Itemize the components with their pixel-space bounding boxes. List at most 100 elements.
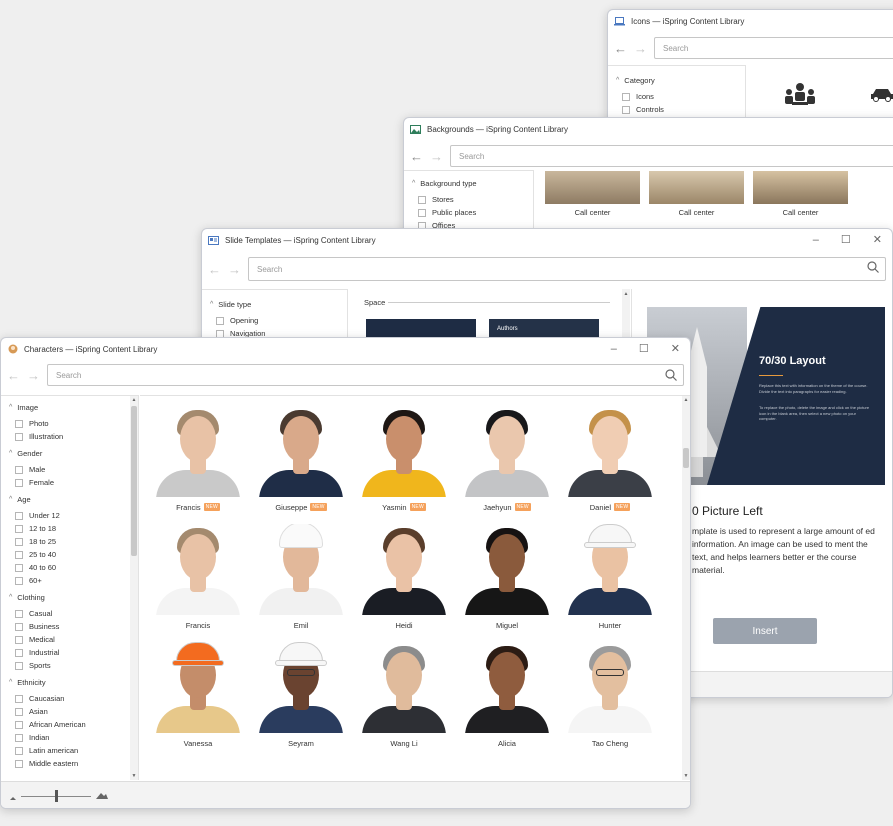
character-photo[interactable] (564, 524, 656, 615)
character-photo[interactable] (152, 406, 244, 497)
back-arrow-icon[interactable]: ← (208, 262, 221, 277)
filter-option[interactable]: Latin american (9, 744, 124, 757)
filters-scroll-thumb[interactable] (131, 406, 137, 556)
filter-option[interactable]: Sports (9, 659, 124, 672)
character-photo[interactable] (461, 642, 553, 733)
character-photo[interactable] (564, 642, 656, 733)
character-photo[interactable] (358, 642, 450, 733)
checkbox[interactable] (15, 550, 23, 559)
icons-search-input[interactable]: Search (654, 37, 893, 59)
checkbox[interactable] (15, 622, 23, 631)
checkbox[interactable] (15, 465, 23, 474)
forward-arrow-icon[interactable]: → (430, 149, 443, 164)
backgrounds-filter-option[interactable]: Public places (412, 206, 477, 219)
back-arrow-icon[interactable]: ← (7, 368, 20, 383)
checkbox[interactable] (15, 720, 23, 729)
maximize-icon[interactable]: ☐ (639, 338, 649, 360)
filter-option[interactable]: 18 to 25 (9, 535, 124, 548)
filter-option[interactable]: Photo (9, 417, 124, 430)
icons-filter-option[interactable]: Icons (616, 90, 664, 103)
checkbox[interactable] (15, 707, 23, 716)
checkbox[interactable] (418, 208, 426, 217)
icons-category-header[interactable]: ^ Category (616, 76, 664, 85)
checkbox[interactable] (15, 419, 23, 428)
character-card[interactable]: Francis NEW (152, 406, 244, 512)
character-card[interactable]: Daniel NEW (564, 406, 656, 512)
gallery-scroll-thumb[interactable] (683, 448, 689, 468)
filter-option[interactable]: Under 12 (9, 509, 124, 522)
filter-option[interactable]: Middle eastern (9, 757, 124, 770)
filter-option[interactable]: Indian (9, 731, 124, 744)
character-card[interactable]: Seyram (255, 642, 347, 748)
checkbox[interactable] (15, 648, 23, 657)
checkbox[interactable] (15, 563, 23, 572)
filter-option[interactable]: Asian (9, 705, 124, 718)
checkbox[interactable] (15, 609, 23, 618)
checkbox[interactable] (622, 92, 630, 101)
filter-option[interactable]: Business (9, 620, 124, 633)
character-card[interactable]: Heidi (358, 524, 450, 630)
checkbox[interactable] (418, 195, 426, 204)
filter-option[interactable]: Caucasian (9, 692, 124, 705)
filter-option[interactable]: Male (9, 463, 124, 476)
character-photo[interactable] (461, 406, 553, 497)
character-card[interactable]: Miguel (461, 524, 553, 630)
filter-option[interactable]: 60+ (9, 574, 124, 587)
filter-group-header[interactable]: ^ Clothing (9, 593, 124, 602)
character-card[interactable]: Yasmin NEW (358, 406, 450, 512)
character-photo[interactable] (255, 406, 347, 497)
filter-option[interactable]: Industrial (9, 646, 124, 659)
character-photo[interactable] (358, 406, 450, 497)
search-icon[interactable] (867, 261, 879, 273)
checkbox[interactable] (15, 576, 23, 585)
templates-filter-option[interactable]: Opening (210, 314, 265, 327)
maximize-icon[interactable]: ☐ (841, 229, 851, 251)
forward-arrow-icon[interactable]: → (27, 368, 40, 383)
background-thumbnail[interactable] (545, 171, 640, 204)
checkbox[interactable] (15, 432, 23, 441)
character-photo[interactable] (358, 524, 450, 615)
filter-option[interactable]: Illustration (9, 430, 124, 443)
checkbox[interactable] (15, 759, 23, 768)
checkbox[interactable] (216, 316, 224, 325)
character-card[interactable]: Emil (255, 524, 347, 630)
filter-option[interactable]: Female (9, 476, 124, 489)
filter-group-header[interactable]: ^ Image (9, 403, 124, 412)
character-card[interactable]: Tao Cheng (564, 642, 656, 748)
backgrounds-search-input[interactable]: Search (450, 145, 893, 167)
checkbox[interactable] (15, 746, 23, 755)
character-photo[interactable] (152, 642, 244, 733)
filter-option[interactable]: Casual (9, 607, 124, 620)
icons-filter-option[interactable]: Controls (616, 103, 664, 116)
character-card[interactable]: Jaehyun NEW (461, 406, 553, 512)
car-icon[interactable] (870, 86, 893, 107)
close-icon[interactable]: ✕ (873, 229, 882, 251)
filters-scrollbar[interactable]: ▲ ▼ (130, 396, 138, 780)
checkbox[interactable] (15, 537, 23, 546)
character-photo[interactable] (255, 642, 347, 733)
checkbox[interactable] (15, 524, 23, 533)
character-card[interactable]: Hunter (564, 524, 656, 630)
checkbox[interactable] (15, 511, 23, 520)
zoom-slider-handle[interactable] (55, 790, 58, 802)
background-type-header[interactable]: ^ Background type (412, 179, 477, 188)
backgrounds-filter-option[interactable]: Stores (412, 193, 477, 206)
slide-type-header[interactable]: ^ Slide type (210, 300, 265, 309)
search-icon[interactable] (665, 369, 677, 381)
close-icon[interactable]: ✕ (671, 338, 680, 360)
checkbox[interactable] (15, 635, 23, 644)
filter-group-header[interactable]: ^ Gender (9, 449, 124, 458)
character-photo[interactable] (152, 524, 244, 615)
filter-option[interactable]: 25 to 40 (9, 548, 124, 561)
minimize-icon[interactable]: – (813, 229, 819, 251)
characters-search-input[interactable]: Search (47, 364, 684, 386)
checkbox[interactable] (15, 661, 23, 670)
back-arrow-icon[interactable]: ← (410, 149, 423, 164)
forward-arrow-icon[interactable]: → (634, 41, 647, 56)
character-card[interactable]: Wang Li (358, 642, 450, 748)
back-arrow-icon[interactable]: ← (614, 41, 627, 56)
insert-button[interactable]: Insert (713, 618, 817, 644)
filter-option[interactable]: 40 to 60 (9, 561, 124, 574)
filter-group-header[interactable]: ^ Ethnicity (9, 678, 124, 687)
zoom-large-icon[interactable] (95, 788, 109, 806)
